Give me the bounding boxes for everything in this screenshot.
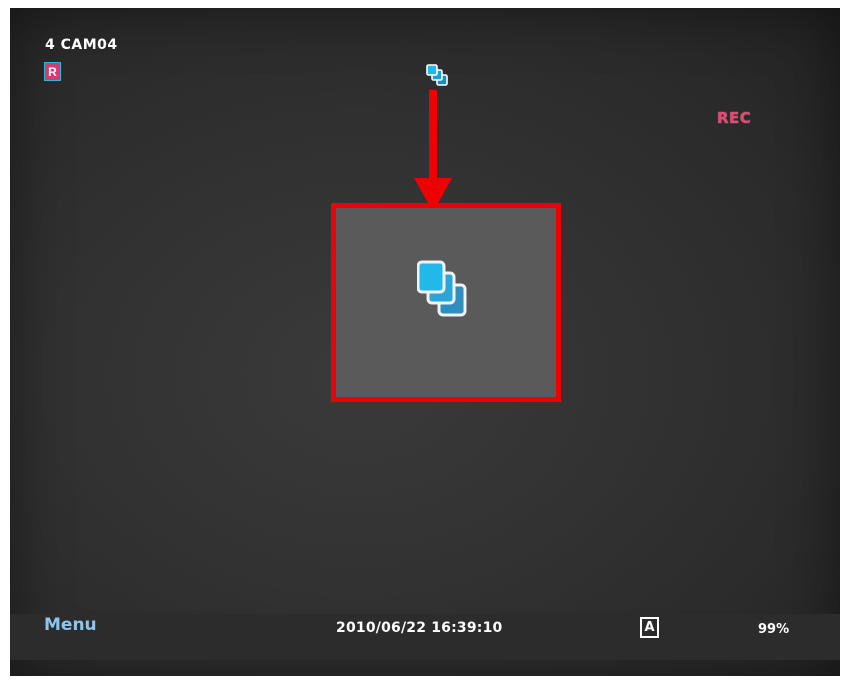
rec-indicator: REC [717,109,752,127]
menu-button[interactable]: Menu [44,615,97,635]
zoom-highlight-box [331,203,561,402]
sequence-icon[interactable] [426,62,452,90]
mode-badge: A [640,617,659,638]
camera-label: 4 CAM04 [45,37,118,53]
datetime-display: 2010/06/22 16:39:10 [336,620,503,636]
photo-frame: 4 CAM04 R REC Menu 2010/06/22 16:39:10 A… [0,0,848,684]
disk-usage-indicator: 99% [758,622,790,637]
arrow-down-icon [414,90,452,212]
record-badge: R [44,62,61,81]
dvr-monitor-screen: 4 CAM04 R REC [10,8,840,676]
sequence-icon-enlarged [417,260,467,317]
